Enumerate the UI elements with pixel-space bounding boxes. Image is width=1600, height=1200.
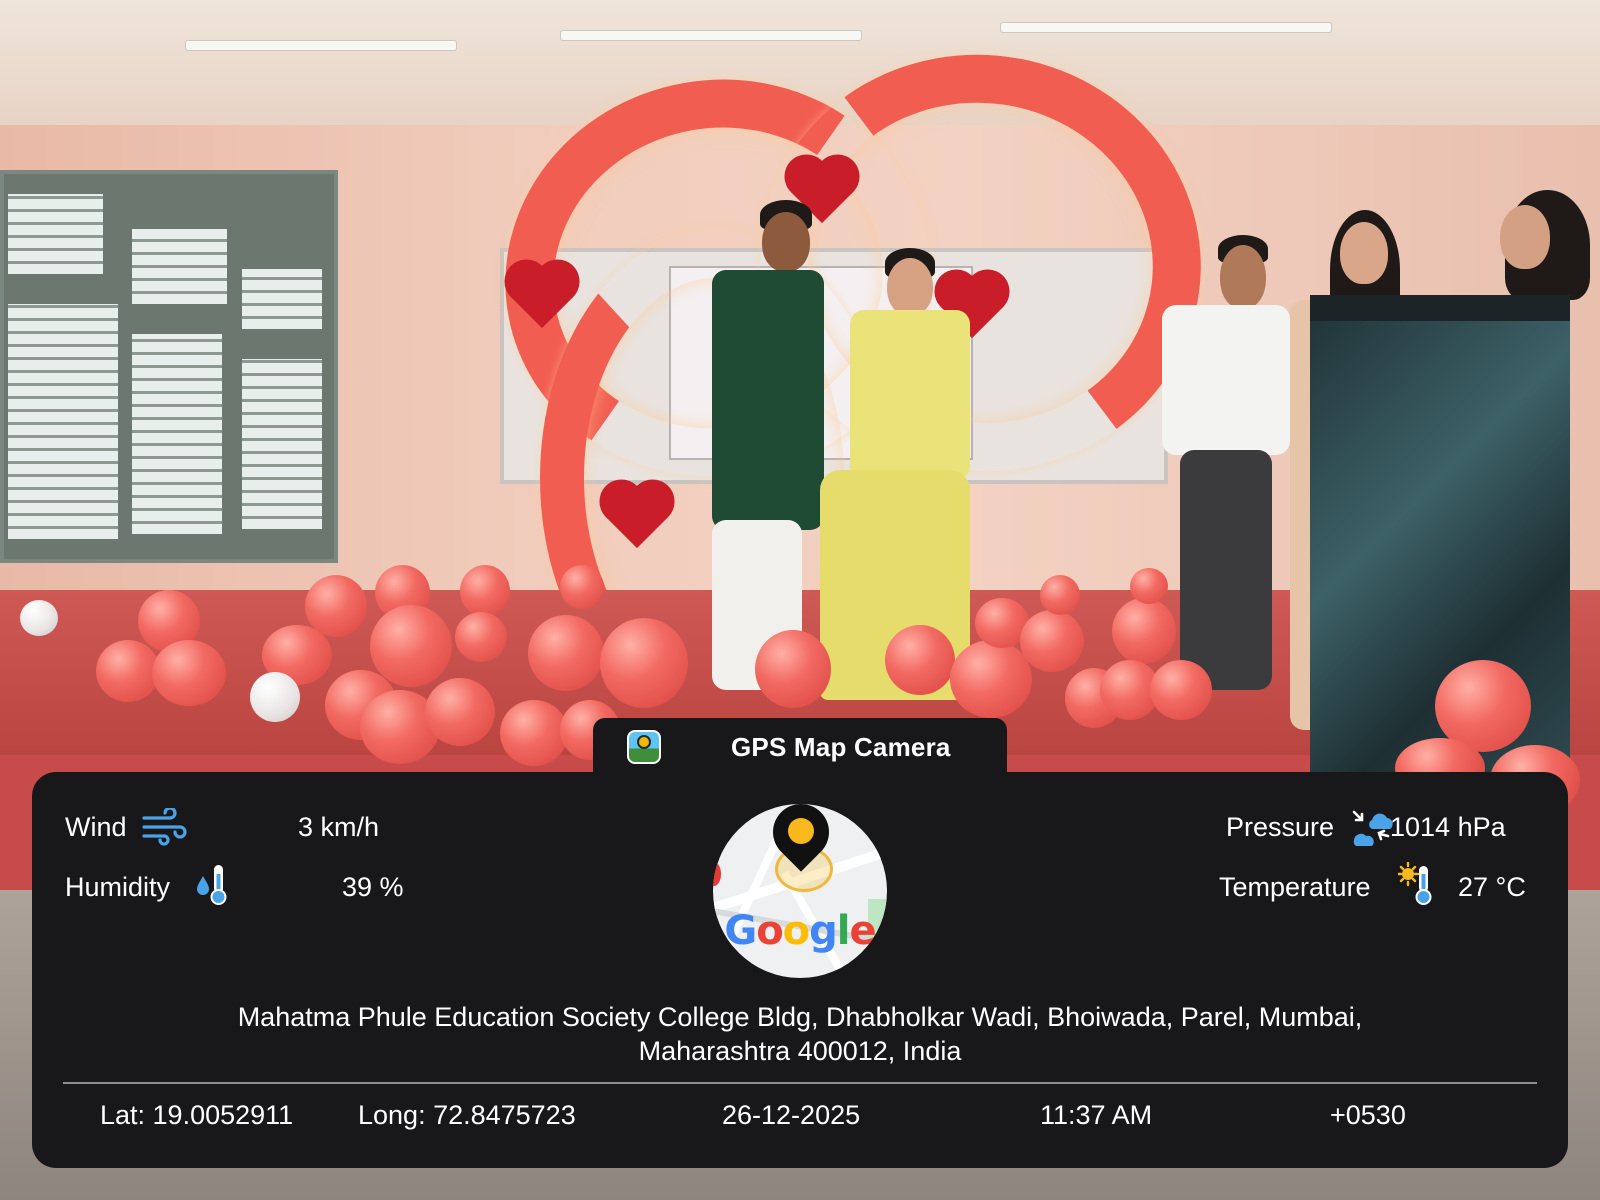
balloon [305, 575, 367, 637]
map-pin-dot [788, 818, 814, 844]
balloon [455, 612, 507, 662]
window-pane [132, 334, 222, 534]
window [0, 170, 338, 563]
google-logo-letter: e [849, 908, 877, 954]
time: 11:37 AM [1040, 1100, 1153, 1130]
balloon [528, 615, 604, 691]
map-marker [713, 862, 721, 886]
wind-icon [142, 806, 188, 851]
balloon [1130, 568, 1168, 604]
humidity-label: Humidity [65, 872, 171, 902]
balloon [755, 630, 831, 708]
timezone: +0530 [1330, 1100, 1406, 1130]
tube-light [1000, 22, 1332, 33]
google-logo-letter: o [756, 908, 784, 954]
balloon [600, 618, 688, 708]
longitude: Long: 72.8475723 [358, 1100, 576, 1130]
window-pane [242, 269, 322, 329]
humidity-thermometer-icon [194, 862, 228, 911]
app-title: GPS Map Camera [731, 732, 951, 762]
pressure-label: Pressure [1226, 812, 1335, 842]
balloon [20, 600, 58, 636]
balloon [96, 640, 160, 702]
balloon [1020, 610, 1084, 672]
balloon [500, 700, 568, 766]
window-pane [8, 304, 118, 539]
google-logo: Google [713, 908, 887, 954]
address-line: Mahatma Phule Education Society College … [237, 1002, 1363, 1032]
app-title-tab: GPS Map Camera [593, 718, 1007, 776]
balloon [425, 678, 495, 746]
sun-thermometer-icon [1396, 861, 1434, 911]
latitude: Lat: 19.0052911 [100, 1100, 294, 1130]
balloon [950, 640, 1032, 718]
date: 26-12-2025 [722, 1100, 861, 1130]
temperature-label: Temperature [1219, 872, 1371, 902]
google-logo-letter: g [809, 908, 838, 954]
tube-light [185, 40, 457, 51]
balloon [370, 605, 452, 687]
balloon [250, 672, 300, 722]
balloon [560, 565, 604, 609]
temperature-value: 27 °C [1458, 872, 1526, 902]
tube-light [560, 30, 862, 41]
window-pane [8, 194, 103, 274]
pressure-value: 1014 hPa [1390, 812, 1506, 842]
address: Mahatma Phule Education Society College … [92, 1000, 1508, 1068]
humidity-value: 39 % [342, 872, 404, 902]
wind-label: Wind [65, 812, 127, 842]
google-logo-letter: o [782, 908, 811, 954]
balloon [885, 625, 955, 695]
address-line: Maharashtra 400012, India [638, 1036, 962, 1066]
gps-info-panel: Wind 3 km/h Humidity 39 % Google Pressur… [32, 772, 1568, 1168]
window-pane [132, 229, 227, 304]
balloon [1040, 575, 1080, 615]
map-thumbnail: Google [713, 804, 887, 978]
gps-map-camera-app-icon [627, 730, 661, 764]
divider [63, 1082, 1537, 1084]
balloon [152, 640, 226, 706]
google-logo-letter: G [724, 908, 757, 954]
wind-value: 3 km/h [298, 812, 380, 842]
window-pane [242, 359, 322, 529]
balloon [1112, 598, 1176, 664]
balloon [1150, 660, 1212, 720]
balloon [460, 565, 510, 617]
google-logo-letter: l [836, 908, 851, 954]
